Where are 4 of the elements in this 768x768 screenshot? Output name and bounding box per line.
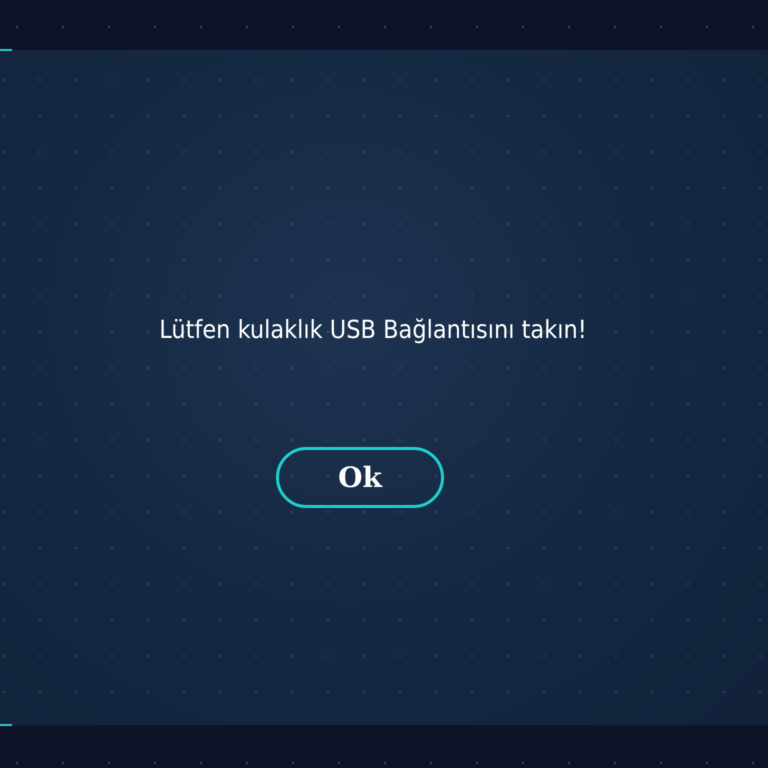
corner-accent (0, 724, 12, 726)
dialog-message: Lütfen kulaklık USB Bağlantısını takın! (159, 315, 587, 344)
corner-accent (0, 49, 12, 51)
ok-button[interactable]: Ok (276, 447, 444, 508)
